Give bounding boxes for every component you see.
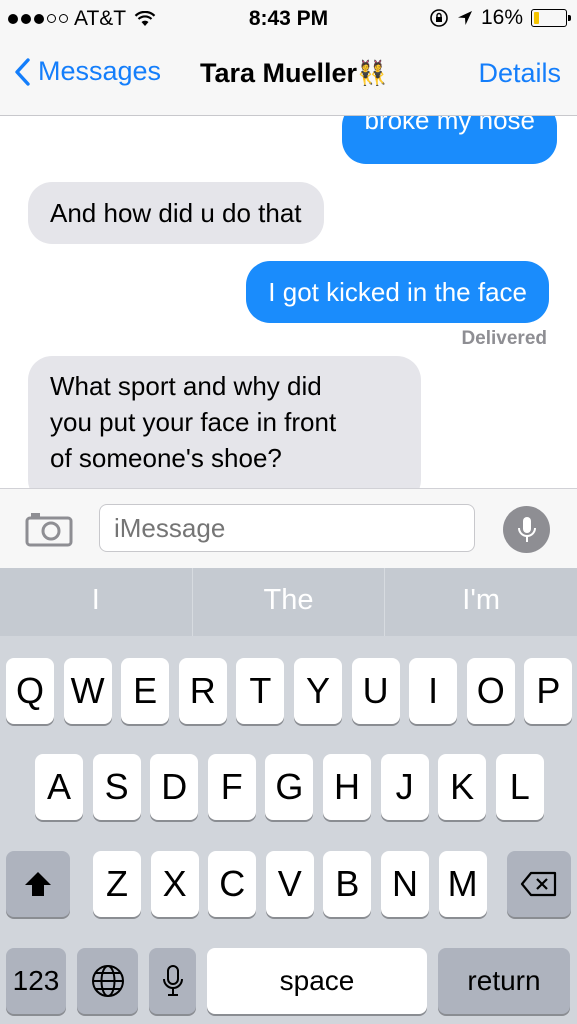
key-d[interactable]: D <box>150 754 199 820</box>
message-input[interactable] <box>99 504 475 552</box>
key-c[interactable]: C <box>208 851 257 917</box>
message-line: of someone's shoe? <box>50 443 282 473</box>
key-x[interactable]: X <box>150 851 199 917</box>
key-k[interactable]: K <box>438 754 487 820</box>
shift-icon <box>25 872 51 896</box>
key-m[interactable]: M <box>438 851 487 917</box>
shift-key[interactable] <box>6 851 70 917</box>
contact-emoji: 👯 <box>357 60 387 87</box>
lock-rotation-icon <box>430 9 448 27</box>
message-text: broke my nose <box>364 116 535 135</box>
keyboard: I The I'm QWERTYUIOPASDFGHJKLZXCVBNM 123 <box>0 568 577 1024</box>
message-text: I got kicked in the face <box>268 277 527 307</box>
key-o[interactable]: O <box>466 658 515 724</box>
key-q[interactable]: Q <box>6 658 54 724</box>
status-bar: AT&T 8:43 PM 16% <box>0 0 577 38</box>
camera-icon[interactable] <box>25 511 73 547</box>
predictive-bar: I The I'm <box>0 568 577 636</box>
numbers-key[interactable]: 123 <box>6 948 66 1014</box>
delete-icon <box>520 871 557 897</box>
delivered-label: Delivered <box>461 328 547 349</box>
back-chevron-icon <box>15 57 30 86</box>
key-z[interactable]: Z <box>93 851 141 917</box>
key-w[interactable]: W <box>63 658 112 724</box>
delete-key[interactable] <box>507 851 571 917</box>
back-button[interactable]: Messages <box>14 56 161 87</box>
globe-icon <box>91 965 124 997</box>
dictation-icon <box>162 965 183 996</box>
key-s[interactable]: S <box>92 754 141 820</box>
message-bubble-incoming[interactable]: What sport and why did you put your face… <box>28 356 421 488</box>
message-bubble-outgoing[interactable]: I got kicked in the face <box>246 261 549 323</box>
return-key[interactable]: return <box>438 948 570 1014</box>
contact-name: Tara Mueller <box>200 58 358 88</box>
message-bubble-incoming[interactable]: And how did u do that <box>28 182 324 244</box>
microphone-icon <box>517 516 536 542</box>
prediction-suggestion[interactable]: I <box>0 568 193 636</box>
prediction-suggestion[interactable]: The <box>193 568 386 636</box>
key-h[interactable]: H <box>323 754 371 820</box>
location-arrow-icon <box>457 11 472 25</box>
message-line: What sport and why did <box>50 371 322 401</box>
key-v[interactable]: V <box>265 851 314 917</box>
key-n[interactable]: N <box>381 851 429 917</box>
key-u[interactable]: U <box>351 658 400 724</box>
key-r[interactable]: R <box>178 658 227 724</box>
key-j[interactable]: J <box>380 754 429 820</box>
space-key[interactable]: space <box>207 948 427 1014</box>
back-label: Messages <box>38 56 162 86</box>
key-a[interactable]: A <box>35 754 83 820</box>
key-y[interactable]: Y <box>294 658 342 724</box>
key-l[interactable]: L <box>495 754 544 820</box>
message-line: you put your face in front <box>50 407 337 437</box>
compose-bar <box>0 488 577 569</box>
message-thread[interactable]: broke my nose And how did u do that I go… <box>0 116 577 488</box>
message-text: And how did u do that <box>50 198 302 228</box>
key-i[interactable]: I <box>409 658 458 724</box>
key-p[interactable]: P <box>524 658 573 724</box>
key-e[interactable]: E <box>121 658 170 724</box>
dictation-key[interactable] <box>149 948 196 1014</box>
battery-icon <box>531 9 571 27</box>
microphone-button[interactable] <box>503 506 550 553</box>
status-right-group: 16% <box>429 6 571 30</box>
details-button[interactable]: Details <box>478 58 561 89</box>
message-bubble-outgoing[interactable]: broke my nose <box>342 116 557 164</box>
key-f[interactable]: F <box>207 754 256 820</box>
globe-key[interactable] <box>77 948 138 1014</box>
battery-percent: 16% <box>480 6 523 29</box>
contact-title[interactable]: Tara Mueller 👯 <box>200 58 387 89</box>
key-b[interactable]: B <box>323 851 372 917</box>
key-g[interactable]: G <box>265 754 314 820</box>
navigation-bar: Messages Tara Mueller 👯 Details <box>0 38 577 116</box>
prediction-suggestion[interactable]: I'm <box>385 568 577 636</box>
key-t[interactable]: T <box>236 658 285 724</box>
